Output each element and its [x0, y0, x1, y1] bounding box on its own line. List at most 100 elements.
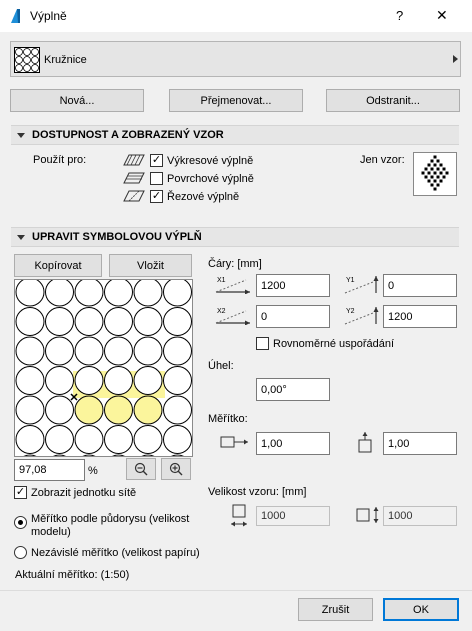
pattern-editor-canvas[interactable] [14, 279, 193, 457]
pattern-circle[interactable] [15, 395, 45, 425]
fill-selector[interactable]: Kružnice [10, 41, 461, 77]
cut-fill-label: Řezové výplně [167, 191, 240, 203]
pattern-circle[interactable] [134, 454, 162, 456]
radio-paper-scale-label: Nezávislé měřítko (velikost papíru) [31, 547, 200, 559]
pattern-circle[interactable] [75, 454, 103, 456]
x2-tag: X2 [217, 308, 226, 315]
pattern-circle[interactable] [15, 336, 45, 366]
x1-tag: X1 [217, 277, 226, 284]
chevron-right-icon [453, 55, 458, 63]
pattern-circle[interactable] [104, 425, 133, 454]
pattern-circle[interactable] [45, 425, 74, 454]
drafting-fill-icon [123, 154, 145, 166]
section-edit[interactable]: UPRAVIT SYMBOLOVOU VÝPLŇ [11, 227, 459, 247]
copy-button[interactable]: Kopírovat [14, 254, 102, 277]
radio-paper-scale[interactable] [14, 546, 27, 559]
pattern-circle[interactable] [46, 454, 74, 456]
pattern-dot [433, 179, 437, 183]
pattern-dot [433, 163, 437, 167]
use-for-label: Použít pro: [33, 154, 87, 166]
drafting-fill-checkbox[interactable]: ✓ [150, 154, 163, 167]
paste-button[interactable]: Vložit [109, 254, 192, 277]
pattern-circle[interactable] [163, 366, 192, 395]
pattern-circle[interactable] [74, 366, 104, 395]
section-availability[interactable]: DOSTUPNOST A ZOBRAZENÝ VZOR [11, 125, 459, 145]
zoom-in-button[interactable] [161, 458, 191, 480]
uniform-arrangement-checkbox[interactable] [256, 337, 269, 350]
zoom-out-button[interactable] [126, 458, 156, 480]
pattern-dot [430, 175, 434, 179]
pattern-circle[interactable] [164, 454, 192, 456]
pattern-circle[interactable] [133, 425, 163, 454]
show-grid-unit-checkbox[interactable]: ✓ [14, 486, 27, 499]
pattern-circle[interactable] [15, 425, 45, 454]
pattern-circle[interactable] [105, 454, 133, 456]
pattern-circle[interactable] [104, 336, 133, 366]
x2-line-icon: X2 [215, 308, 250, 325]
cover-fill-icon [123, 172, 145, 184]
x2-input[interactable]: 0 [256, 305, 330, 328]
pattern-circle[interactable] [45, 395, 74, 425]
pattern-circle[interactable] [133, 395, 163, 425]
section-edit-title: UPRAVIT SYMBOLOVOU VÝPLŇ [32, 231, 202, 243]
scale-x-input[interactable]: 1,00 [256, 432, 330, 455]
show-grid-unit-label: Zobrazit jednotku sítě [31, 487, 137, 499]
pattern-circle[interactable] [45, 366, 74, 395]
pattern-dot [433, 187, 437, 191]
cut-fill-checkbox[interactable]: ✓ [150, 190, 163, 203]
help-button[interactable]: ? [396, 8, 403, 23]
pattern-circle[interactable] [163, 307, 192, 336]
pattern-circle[interactable] [133, 336, 163, 366]
pattern-circle[interactable] [15, 307, 45, 336]
pattern-circle[interactable] [74, 307, 104, 336]
y2-input[interactable]: 1200 [383, 305, 457, 328]
pattern-circle[interactable] [74, 395, 104, 425]
ok-button[interactable]: OK [383, 598, 459, 621]
pattern-size-label: Velikost vzoru: [mm] [208, 486, 307, 498]
radio-model-scale[interactable] [14, 516, 27, 529]
x1-input[interactable]: 1200 [256, 274, 330, 297]
width-size-icon [231, 504, 247, 527]
fill-preview-icon [14, 47, 40, 73]
pattern-dot [424, 175, 428, 179]
delete-button[interactable]: Odstranit... [326, 89, 460, 112]
pattern-circle[interactable] [163, 395, 192, 425]
pattern-circle[interactable] [104, 395, 133, 425]
pattern-circle[interactable] [133, 366, 163, 395]
pattern-circle[interactable] [133, 280, 163, 307]
pattern-circle[interactable] [163, 425, 192, 454]
height-size-icon [356, 507, 379, 523]
pattern-circle[interactable] [163, 280, 192, 307]
pattern-circle[interactable] [104, 366, 133, 395]
pattern-dot [439, 163, 443, 167]
zoom-input[interactable]: 97,08 [14, 459, 85, 481]
pattern-dot [433, 155, 437, 159]
pattern-circle[interactable] [104, 307, 133, 336]
close-button[interactable]: ✕ [436, 7, 448, 24]
pattern-dot [427, 171, 431, 175]
pattern-circle[interactable] [45, 307, 74, 336]
new-button[interactable]: Nová... [10, 89, 144, 112]
scale-y-input[interactable]: 1,00 [383, 432, 457, 455]
pattern-circle[interactable] [16, 454, 44, 456]
pattern-circle[interactable] [133, 307, 163, 336]
cancel-button[interactable]: Zrušit [298, 598, 373, 621]
pattern-dot [439, 179, 443, 183]
pattern-circle[interactable] [104, 280, 133, 307]
pattern-circle[interactable] [74, 425, 104, 454]
pattern-circle[interactable] [15, 280, 45, 307]
pattern-dot [439, 171, 443, 175]
y1-tag: Y1 [346, 277, 355, 284]
pattern-circle[interactable] [74, 280, 104, 307]
y1-input[interactable]: 0 [383, 274, 457, 297]
pattern-circle[interactable] [163, 336, 192, 366]
pattern-circle[interactable] [45, 336, 74, 366]
angle-input[interactable]: 0,00° [256, 378, 330, 401]
pattern-circle[interactable] [45, 280, 74, 307]
rename-button[interactable]: Přejmenovat... [169, 89, 303, 112]
pattern-circle[interactable] [15, 366, 45, 395]
zoom-out-icon [134, 462, 148, 476]
pattern-circle[interactable] [74, 336, 104, 366]
cover-fill-checkbox[interactable] [150, 172, 163, 185]
uniform-arrangement-label: Rovnoměrné uspořádání [273, 338, 395, 350]
